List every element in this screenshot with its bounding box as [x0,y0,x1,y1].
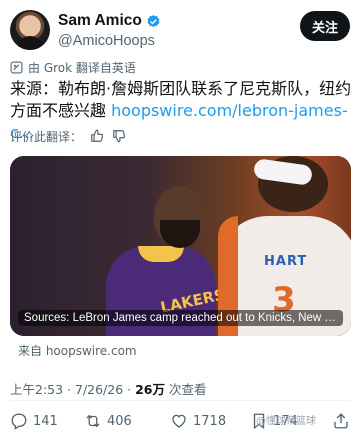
author-handle[interactable]: @AmicoHoops [58,31,161,51]
like-count: 1718 [193,413,227,429]
author-name-row[interactable]: Sam Amico [58,11,161,31]
tweet-meta: 上午2:53 · 7/26/26 · 26万 次查看 [10,379,207,398]
rate-translation-label: 评价此翻译： [10,129,83,144]
image-caption: Sources: LeBron James camp reached out t… [10,310,351,330]
grok-icon [10,61,23,73]
tweet-timestamp[interactable]: 上午2:53 · 7/26/26 · [10,382,135,397]
translation-note[interactable]: 由 Grok 翻译自英语 [10,58,136,76]
verified-badge-icon [147,14,160,27]
share-button[interactable] [332,410,350,432]
author-info[interactable]: Sam Amico @AmicoHoops [58,10,161,51]
link-source[interactable]: 来自 hoopswire.com [18,342,137,359]
rate-translation: 评价此翻译： [10,126,126,146]
views-label: 次查看 [165,382,207,397]
translation-note-text: 由 Grok 翻译自英语 [28,60,136,75]
share-icon [334,413,348,429]
divider [10,400,350,401]
avatar-shirt [16,36,44,50]
tweet-header: Sam Amico @AmicoHoops 关注 [10,10,350,50]
watermark-text: @懂球帝篮球 [256,416,316,427]
repost-count: 406 [107,413,132,429]
thumbs-down-icon[interactable] [112,129,126,143]
reply-icon [11,413,27,430]
avatar[interactable] [10,10,50,50]
repost-button[interactable]: 406 [84,410,132,432]
thumbs-up-icon[interactable] [90,129,104,143]
heart-icon [172,414,186,428]
reply-button[interactable]: 141 [10,410,58,432]
reply-count: 141 [33,413,58,429]
tweet-image[interactable]: LAKERS HART 3 Sources: LeBron James camp… [10,156,351,336]
like-button[interactable]: 1718 [170,410,226,432]
repost-icon [86,414,100,428]
views-count: 26万 [135,382,166,397]
author-display-name[interactable]: Sam Amico [58,11,142,31]
image-jersey-name: HART [264,254,308,269]
follow-button[interactable]: 关注 [300,11,350,41]
image-caption-text: Sources: LeBron James camp reached out t… [18,310,343,326]
